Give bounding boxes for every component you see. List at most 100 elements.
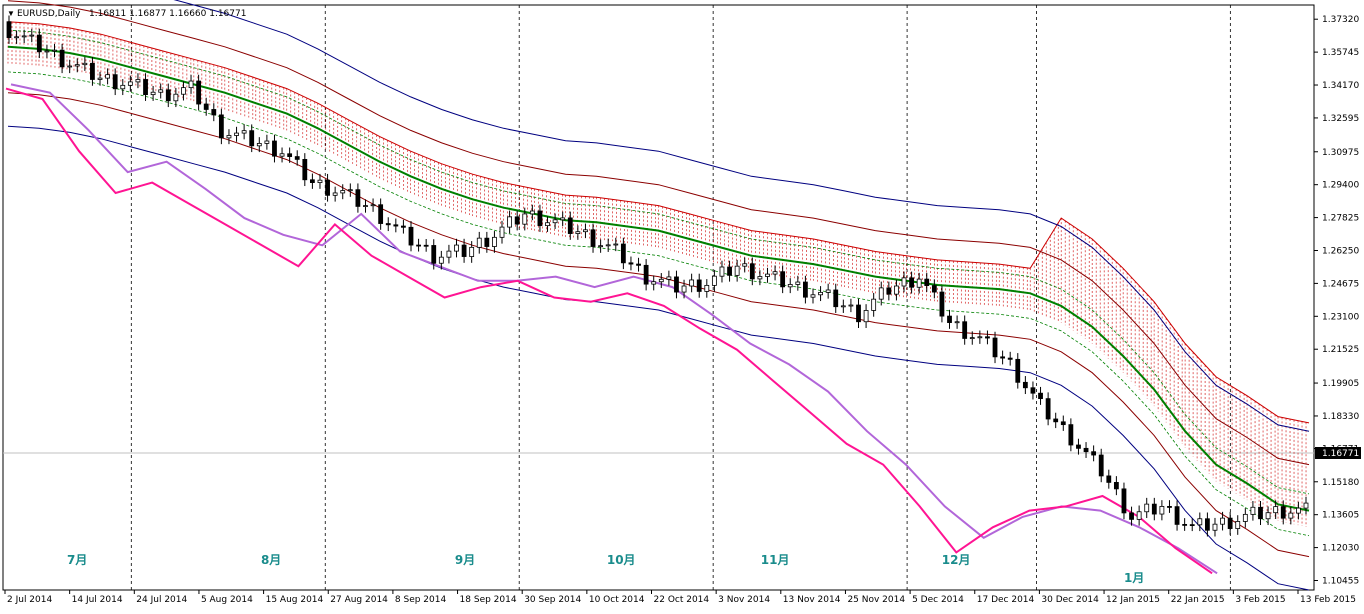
candle-body (1144, 503, 1150, 513)
x-tick-label-20: 13 Feb 2015 (1300, 595, 1356, 605)
candle-body (878, 287, 884, 300)
candle-body (1007, 357, 1013, 360)
candle-body (1106, 475, 1112, 483)
candle-body (279, 153, 285, 157)
candle-body (886, 287, 892, 295)
candle-body (545, 222, 550, 227)
kumo-cloud (7, 21, 1310, 527)
candle-body (977, 336, 983, 339)
candle-body (82, 62, 88, 66)
candle-body (1022, 381, 1028, 389)
candle-body (1204, 518, 1210, 531)
candle-body (6, 21, 12, 38)
candle-body (1235, 521, 1241, 529)
month-label-2: 9月 (455, 553, 475, 567)
candle-body (1076, 444, 1081, 449)
candle-body (226, 135, 232, 139)
y-tick-label-0: 1.37320 (1322, 15, 1359, 25)
bollinger-upper-outer (173, 0, 1310, 432)
candle-body (438, 256, 444, 264)
candle-body (704, 284, 710, 292)
candle-body (1060, 421, 1066, 426)
y-tick-label-10: 1.21525 (1322, 345, 1359, 355)
y-tick-label-2: 1.34170 (1322, 81, 1359, 91)
candle-body (537, 210, 543, 227)
candle-body (711, 275, 717, 286)
candle-body (401, 225, 406, 228)
candle-body (1053, 418, 1059, 423)
y-tick-label-12: 1.18330 (1322, 412, 1359, 422)
candle-body (36, 34, 42, 53)
candle-body (188, 80, 194, 89)
y-tick-label-7: 1.26250 (1322, 246, 1359, 256)
x-tick-label-11: 3 Nov 2014 (718, 595, 770, 605)
candle-body (901, 277, 907, 287)
candle-body (44, 50, 50, 53)
candle-body (203, 103, 209, 110)
candle-body (1197, 518, 1203, 526)
x-tick-label-5: 27 Aug 2014 (330, 595, 388, 605)
candle-body (848, 304, 854, 307)
candle-body (628, 262, 634, 265)
candle-body (1212, 523, 1218, 531)
candle-body (234, 132, 239, 136)
candle-body (461, 244, 467, 257)
x-tick-label-16: 30 Dec 2014 (1041, 595, 1099, 605)
candle-body (393, 224, 399, 227)
month-labels: 7月 8月 9月 10月 11月 12月 1月 (67, 553, 1144, 585)
chart-title-arrow-icon[interactable]: ▼ (7, 9, 15, 18)
candle-body (772, 271, 778, 275)
indicator-lines (5, 0, 1310, 591)
y-tick-label-5: 1.29400 (1322, 181, 1359, 191)
candle-body (1068, 424, 1074, 446)
candle-body (651, 281, 657, 285)
candle-body (484, 237, 490, 247)
candle-body (780, 271, 786, 288)
candle-body (423, 244, 429, 247)
candle-body (52, 49, 57, 52)
x-tick-label-14: 5 Dec 2014 (912, 595, 964, 605)
candle-body (803, 281, 808, 298)
candle-body (408, 226, 414, 246)
candle-body (522, 213, 528, 225)
candle-body (1038, 392, 1043, 400)
candle-body (1303, 502, 1309, 509)
candle-body (355, 189, 361, 207)
candle-body (954, 321, 960, 324)
y-tick-label-1: 1.35745 (1322, 48, 1359, 58)
candle-body (97, 77, 103, 80)
candle-body (196, 80, 202, 105)
candle-body (871, 298, 877, 311)
candle-body (727, 266, 732, 276)
candle-body (165, 89, 171, 102)
candle-body (552, 219, 558, 224)
candle-body (757, 276, 763, 280)
month-label-6: 1月 (1124, 571, 1144, 585)
x-tick-label-8: 30 Sep 2014 (524, 595, 581, 605)
candle-body (840, 305, 846, 308)
candle-body (59, 49, 65, 68)
price-chart[interactable]: 1.37320 1.35745 1.34170 1.32595 1.30975 1.294… (0, 0, 1364, 614)
candle-body (909, 277, 914, 288)
y-tick-label-14: 1.15180 (1322, 478, 1359, 488)
candle-body (1189, 524, 1195, 527)
candle-body (211, 109, 217, 116)
candle-body (476, 237, 482, 248)
candle-body (931, 285, 937, 293)
candle-body (302, 158, 308, 181)
y-tick-label-3: 1.32595 (1322, 114, 1359, 124)
y-tick-label-4: 1.30975 (1322, 148, 1359, 158)
bollinger-lower-outer (7, 125, 1310, 591)
candle-body (1258, 506, 1263, 520)
candle-body (658, 278, 664, 283)
x-tick-label-13: 25 Nov 2014 (847, 595, 905, 605)
candle-body (431, 245, 437, 264)
candle-body (1296, 507, 1301, 514)
x-tick-label-15: 17 Dec 2014 (977, 595, 1035, 605)
candle-body (734, 265, 740, 276)
candle-body (446, 250, 452, 258)
chart-symbol: EURUSD,Daily (17, 9, 81, 19)
x-tick-label-17: 12 Jan 2015 (1106, 595, 1160, 605)
candle-body (105, 74, 111, 79)
bollinger-upper-inner (7, 0, 1310, 466)
